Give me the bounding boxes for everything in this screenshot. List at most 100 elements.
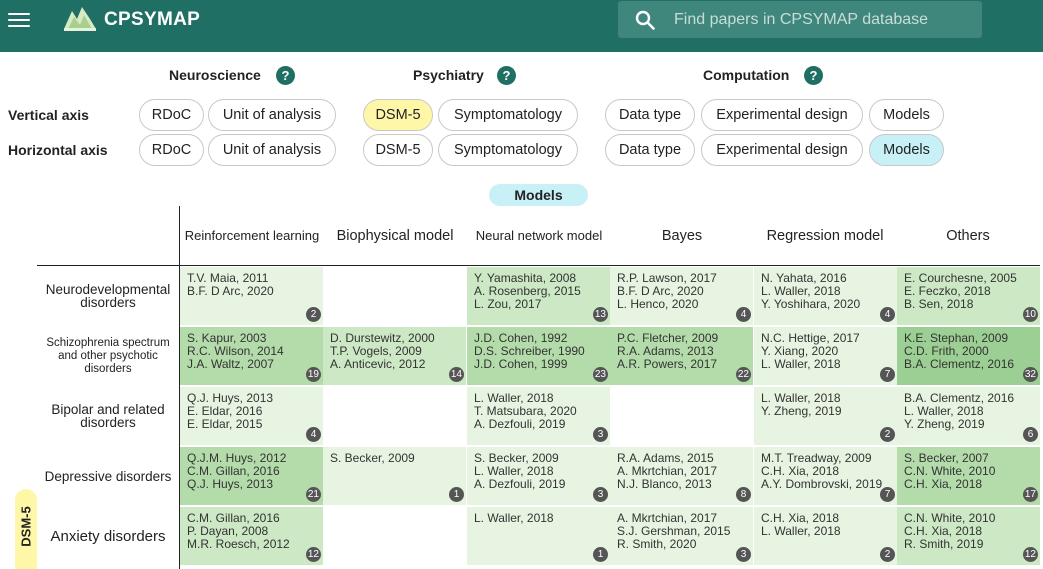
- vertical-chip-data-type[interactable]: Data type: [605, 99, 695, 131]
- matrix-cell[interactable]: Q.J. Huys, 2013 E. Eldar, 2016 E. Eldar, 2…: [180, 387, 323, 445]
- column-header[interactable]: Biophysical model: [324, 206, 466, 265]
- paper-reference[interactable]: E. Eldar, 2015: [187, 418, 316, 431]
- paper-reference[interactable]: C.H. Xia, 2018: [904, 478, 1033, 491]
- horizontal-chip-symptomatology[interactable]: Symptomatology: [438, 134, 578, 166]
- matrix-cell[interactable]: J.D. Cohen, 1992 D.S. Schreiber, 1990 J.D.…: [467, 327, 610, 385]
- paper-count-badge: 1: [593, 547, 608, 562]
- horizontal-chip-experimental-design[interactable]: Experimental design: [701, 134, 863, 166]
- help-icon[interactable]: ?: [804, 66, 823, 85]
- horizontal-axis-label: Horizontal axis: [8, 142, 108, 158]
- menu-icon[interactable]: [8, 9, 32, 33]
- vertical-chip-unit-of-analysis[interactable]: Unit of analysis: [208, 99, 336, 131]
- matrix-cell[interactable]: C.N. White, 2010 C.H. Xia, 2018 R. Smith, …: [897, 507, 1040, 565]
- matrix-cell[interactable]: Y. Yamashita, 2008 A. Rosenberg, 2015 L. Z…: [467, 267, 610, 325]
- vertical-chip-rdoc[interactable]: RDoC: [139, 99, 204, 131]
- matrix-cell[interactable]: L. Waller, 2018 1: [467, 507, 610, 565]
- matrix-cell[interactable]: N. Yahata, 2016 L. Waller, 2018 Y. Yoshiha…: [754, 267, 897, 325]
- vertical-chip-models[interactable]: Models: [869, 99, 944, 131]
- matrix-cell[interactable]: S. Kapur, 2003 R.C. Wilson, 2014 J.A. Walt…: [180, 327, 323, 385]
- horizontal-chip-models[interactable]: Models: [869, 134, 944, 166]
- row-header[interactable]: Bipolar and related disorders: [37, 386, 179, 446]
- horizontal-chip-data-type[interactable]: Data type: [605, 134, 695, 166]
- matrix-cell[interactable]: R.P. Lawson, 2017 B.F. D Arc, 2020 L. Henc…: [610, 267, 753, 325]
- paper-reference[interactable]: R. Smith, 2019: [904, 538, 1033, 551]
- matrix-cell[interactable]: E. Courchesne, 2005 E. Feczko, 2018 B. Sen…: [897, 267, 1040, 325]
- paper-reference[interactable]: M.R. Roesch, 2012: [187, 538, 316, 551]
- matrix-cell[interactable]: L. Waller, 2018 T. Matsubara, 2020 A. Dezf…: [467, 387, 610, 445]
- paper-count-badge: 14: [448, 367, 464, 382]
- paper-reference[interactable]: L. Waller, 2018: [474, 512, 603, 525]
- paper-count-badge: 12: [305, 547, 321, 562]
- paper-reference[interactable]: L. Henco, 2020: [617, 298, 746, 311]
- paper-reference[interactable]: Y. Zheng, 2019: [761, 405, 890, 418]
- horizontal-chip-unit-of-analysis[interactable]: Unit of analysis: [208, 134, 336, 166]
- paper-reference[interactable]: L. Zou, 2017: [474, 298, 603, 311]
- vertical-chip-symptomatology[interactable]: Symptomatology: [438, 99, 578, 131]
- row-header[interactable]: Anxiety disorders: [37, 506, 179, 566]
- horizontal-chip-dsm5[interactable]: DSM-5: [363, 134, 433, 166]
- row-header[interactable]: Neurodevelopmental disorders: [37, 266, 179, 326]
- search-icon[interactable]: [635, 10, 655, 30]
- row-header[interactable]: Depressive disorders: [37, 446, 179, 506]
- paper-reference[interactable]: A.Y. Dombrovski, 2019: [761, 478, 890, 491]
- section-neuroscience: Neuroscience: [169, 67, 261, 83]
- paper-reference[interactable]: L. Waller, 2018: [761, 358, 890, 371]
- matrix-cell[interactable]: L. Waller, 2018 Y. Zheng, 2019 2: [754, 387, 897, 445]
- horizontal-axis-title: Models: [489, 184, 588, 206]
- matrix-cell[interactable]: C.M. Gillan, 2016 P. Dayan, 2008 M.R. Roes…: [180, 507, 323, 565]
- help-icon[interactable]: ?: [276, 66, 295, 85]
- search-input[interactable]: [674, 1, 974, 38]
- search-box[interactable]: [618, 1, 982, 38]
- vertical-chip-dsm5[interactable]: DSM-5: [363, 99, 433, 131]
- paper-reference[interactable]: B. Sen, 2018: [904, 298, 1033, 311]
- paper-reference[interactable]: A. Dezfouli, 2019: [474, 478, 603, 491]
- column-header[interactable]: Neural network model: [467, 206, 612, 265]
- paper-count-badge: 7: [880, 487, 895, 502]
- paper-count-badge: 21: [305, 487, 321, 502]
- column-header[interactable]: Others: [897, 206, 1039, 265]
- section-psychiatry: Psychiatry: [413, 67, 484, 83]
- paper-reference[interactable]: A. Anticevic, 2012: [330, 358, 459, 371]
- matrix-cell[interactable]: S. Becker, 2009 1: [323, 447, 466, 505]
- matrix-cell[interactable]: D. Durstewitz, 2000 T.P. Vogels, 2009 A. A…: [323, 327, 466, 385]
- paper-reference[interactable]: Y. Yoshihara, 2020: [761, 298, 890, 311]
- matrix-cell: [323, 507, 466, 565]
- matrix-cell[interactable]: P.C. Fletcher, 2009 R.A. Adams, 2013 A.R. …: [610, 327, 753, 385]
- matrix-cell[interactable]: S. Becker, 2009 L. Waller, 2018 A. Dezfoul…: [467, 447, 610, 505]
- paper-reference[interactable]: N.J. Blanco, 2013: [617, 478, 746, 491]
- paper-reference[interactable]: A. Dezfouli, 2019: [474, 418, 603, 431]
- column-header[interactable]: Reinforcement learning: [181, 206, 323, 265]
- app-brand[interactable]: CPSYMAP: [104, 9, 200, 31]
- paper-reference[interactable]: A.R. Powers, 2017: [617, 358, 746, 371]
- matrix-cell[interactable]: S. Becker, 2007 C.N. White, 2010 C.H. Xia,…: [897, 447, 1040, 505]
- paper-reference[interactable]: Q.J. Huys, 2013: [187, 478, 316, 491]
- matrix-cell[interactable]: M.T. Treadway, 2009 C.H. Xia, 2018 A.Y. Do…: [754, 447, 897, 505]
- paper-reference[interactable]: J.D. Cohen, 1999: [474, 358, 603, 371]
- matrix-cell[interactable]: B.A. Clementz, 2016 L. Waller, 2018 Y. Zhe…: [897, 387, 1040, 445]
- paper-reference[interactable]: B.F. D Arc, 2020: [187, 285, 316, 298]
- paper-reference[interactable]: Y. Zheng, 2019: [904, 418, 1033, 431]
- paper-reference[interactable]: B.A. Clementz, 2016: [904, 358, 1033, 371]
- matrix-cell[interactable]: T.V. Maia, 2011 B.F. D Arc, 2020 2: [180, 267, 323, 325]
- matrix-cell[interactable]: C.H. Xia, 2018 L. Waller, 2018 2: [754, 507, 897, 565]
- column-header[interactable]: Bayes: [611, 206, 753, 265]
- horizontal-chip-rdoc[interactable]: RDoC: [139, 134, 204, 166]
- matrix-cell[interactable]: A. Mkrtchian, 2017 S.J. Gershman, 2015 R. …: [610, 507, 753, 565]
- paper-count-badge: 2: [880, 427, 895, 442]
- logo-icon[interactable]: [62, 3, 98, 31]
- paper-reference[interactable]: R. Smith, 2020: [617, 538, 746, 551]
- paper-reference[interactable]: L. Waller, 2018: [761, 525, 890, 538]
- paper-reference[interactable]: S. Becker, 2009: [330, 452, 459, 465]
- help-icon[interactable]: ?: [497, 66, 516, 85]
- column-header[interactable]: Regression model: [754, 206, 896, 265]
- matrix-cell[interactable]: R.A. Adams, 2015 A. Mkrtchian, 2017 N.J. B…: [610, 447, 753, 505]
- matrix-cell[interactable]: Q.J.M. Huys, 2012 C.M. Gillan, 2016 Q.J. H…: [180, 447, 323, 505]
- matrix-cell[interactable]: K.E. Stephan, 2009 C.D. Frith, 2000 B.A. C…: [897, 327, 1040, 385]
- row-header[interactable]: Schizophrenia spectrum and other psychot…: [37, 326, 179, 386]
- matrix-cell: [323, 387, 466, 445]
- matrix-cell[interactable]: N.C. Hettige, 2017 Y. Xiang, 2020 L. Walle…: [754, 327, 897, 385]
- vertical-axis-title-label: DSM-5: [18, 506, 34, 547]
- paper-reference[interactable]: J.A. Waltz, 2007: [187, 358, 316, 371]
- section-computation: Computation: [703, 67, 790, 83]
- vertical-chip-experimental-design[interactable]: Experimental design: [701, 99, 863, 131]
